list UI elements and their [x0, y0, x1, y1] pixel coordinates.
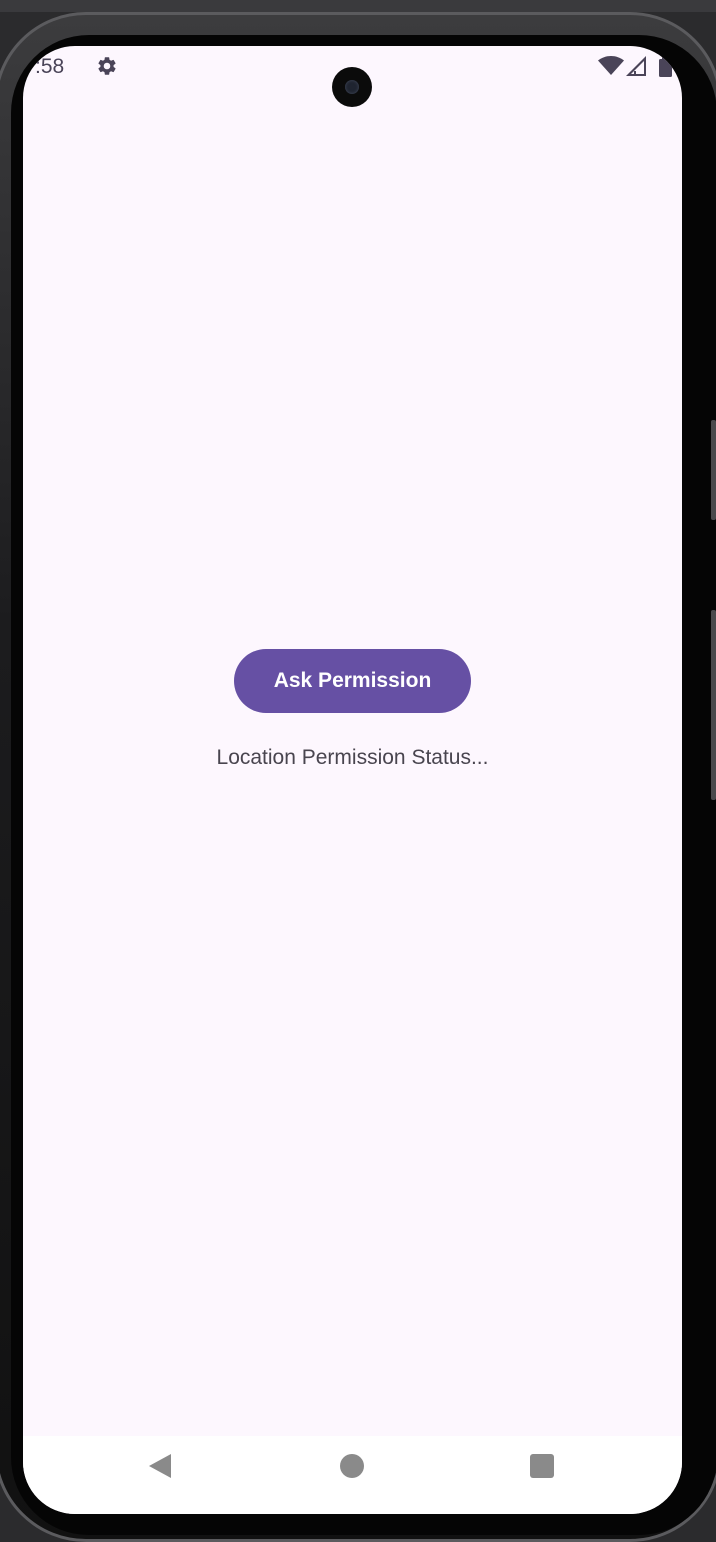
- navigation-bar: [23, 1436, 682, 1514]
- ask-permission-button[interactable]: Ask Permission: [234, 649, 471, 713]
- power-button[interactable]: [711, 610, 716, 800]
- back-triangle-icon[interactable]: [147, 1452, 173, 1480]
- recents-square-icon[interactable]: [530, 1454, 554, 1478]
- home-circle-icon[interactable]: [340, 1454, 364, 1478]
- location-permission-status-text: Location Permission Status...: [216, 746, 489, 769]
- phone-screen: :58 Ask Permission Location Permission S…: [23, 46, 682, 1514]
- emulator-toolbar-strip: [0, 0, 716, 12]
- desktop-background: :58 Ask Permission Location Permission S…: [0, 0, 716, 1542]
- volume-button[interactable]: [711, 420, 716, 520]
- app-content: Ask Permission Location Permission Statu…: [23, 46, 682, 1436]
